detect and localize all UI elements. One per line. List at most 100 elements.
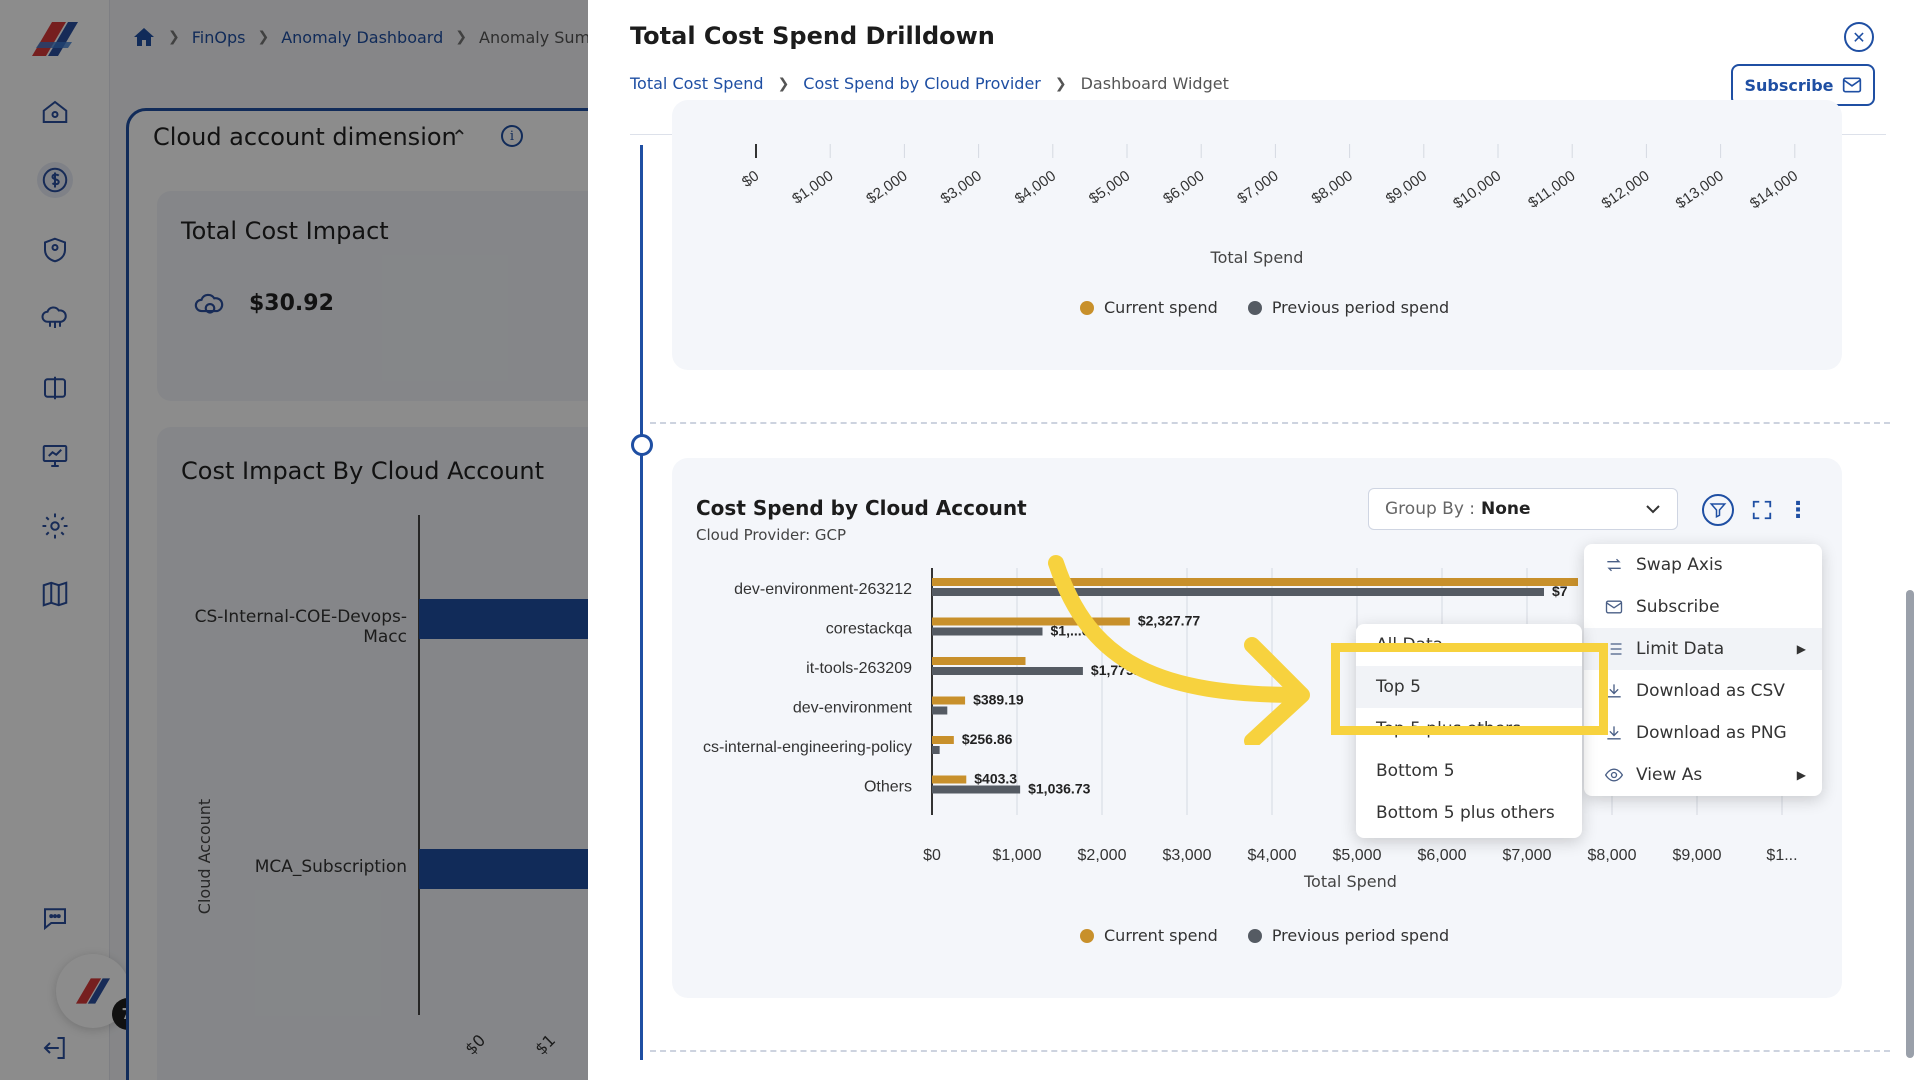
- x-tick-label: $6,000: [1160, 167, 1207, 207]
- widget-context-menu: Swap Axis Subscribe Limit Data ▶ Downloa…: [1584, 544, 1822, 796]
- x-tick-label: $4,000: [1248, 847, 1297, 864]
- x-tick-label: $1,000: [789, 167, 836, 207]
- chevron-right-icon: ❯: [1054, 75, 1067, 92]
- submenu-item-label: Bottom 5: [1376, 761, 1455, 781]
- legend-label: Current spend: [1104, 926, 1218, 945]
- mail-icon: [1842, 77, 1861, 93]
- menu-item-label: Subscribe: [1636, 597, 1720, 617]
- x-tick-label: $7,000: [1503, 847, 1552, 864]
- close-icon[interactable]: ✕: [1844, 22, 1874, 52]
- x-tick-label: $3,000: [1163, 847, 1212, 864]
- breadcrumb-dashboard-widget: Dashboard Widget: [1080, 74, 1229, 93]
- bar-current-spend: [932, 736, 954, 744]
- legend-current-spend[interactable]: Current spend: [1080, 298, 1218, 317]
- caret-right-icon: ▶: [1796, 642, 1806, 656]
- x-tick-label: $8,000: [1309, 167, 1356, 207]
- category-label: corestackqa: [826, 621, 912, 638]
- x-tick-label: $5,000: [1333, 847, 1382, 864]
- data-label: $7: [1552, 583, 1568, 599]
- section-divider: [650, 422, 1890, 424]
- legend-label: Previous period spend: [1271, 926, 1450, 945]
- breadcrumb-cost-spend-by-provider[interactable]: Cost Spend by Cloud Provider: [803, 74, 1041, 93]
- x-tick-label: $4,000: [1012, 167, 1059, 207]
- data-label: $389.19: [973, 692, 1024, 708]
- legend-swatch: [1080, 928, 1094, 943]
- legend-previous-spend[interactable]: Previous period spend: [1247, 298, 1450, 317]
- x-tick-label: $12,000: [1599, 167, 1653, 212]
- chart-legend: Current spend Previous period spend: [1080, 926, 1449, 945]
- scrollbar[interactable]: [1906, 590, 1914, 1058]
- menu-item-download-png[interactable]: Download as PNG: [1584, 712, 1822, 754]
- subscribe-icon: [1605, 600, 1623, 614]
- menu-item-label: Swap Axis: [1636, 555, 1723, 575]
- bar-previous-spend: [932, 746, 940, 754]
- drilldown-drawer: Total Cost Spend Drilldown ✕ Total Cost …: [588, 0, 1920, 1080]
- x-tick-label: $1...: [1766, 847, 1797, 864]
- x-tick-label: $9,000: [1673, 847, 1722, 864]
- submenu-item-bottom-5[interactable]: Bottom 5: [1356, 750, 1582, 792]
- chart-legend: Current spend Previous period spend: [1080, 298, 1449, 317]
- category-label: cs-internal-engineering-policy: [703, 739, 912, 756]
- top-chart-x-axis: $0 $1,000 $2,000 $3,000 $4,000 $5,000 $6,000 $7…: [739, 144, 1801, 212]
- timeline-line: [640, 145, 643, 1060]
- x-tick-label: $2,000: [1078, 847, 1127, 864]
- tutorial-highlight-box: [1331, 643, 1608, 735]
- bar-current-spend: [932, 775, 967, 784]
- x-axis-label: Total Spend: [1304, 872, 1397, 891]
- category-label: Others: [864, 779, 912, 796]
- x-tick-label: $1,000: [993, 847, 1042, 864]
- menu-item-view-as[interactable]: View As ▶: [1584, 754, 1822, 796]
- menu-item-swap-axis[interactable]: Swap Axis: [1584, 544, 1822, 586]
- caret-right-icon: ▶: [1796, 768, 1806, 782]
- bar-current-spend: [932, 696, 966, 705]
- menu-item-download-csv[interactable]: Download as CSV: [1584, 670, 1822, 712]
- data-label: $256.86: [962, 731, 1013, 747]
- bar-current-spend: [932, 657, 1026, 665]
- bar-previous-spend: [932, 785, 1021, 794]
- x-tick-label: $8,000: [1588, 847, 1637, 864]
- menu-item-label: Limit Data: [1636, 639, 1725, 659]
- bar-previous-spend: [932, 706, 948, 715]
- drawer-breadcrumb: Total Cost Spend ❯ Cost Spend by Cloud P…: [630, 74, 1229, 93]
- menu-item-label: Download as CSV: [1636, 681, 1785, 701]
- subscribe-label: Subscribe: [1744, 75, 1834, 95]
- legend-previous-spend[interactable]: Previous period spend: [1247, 926, 1450, 945]
- x-tick-label: $5,000: [1086, 167, 1133, 207]
- menu-item-label: View As: [1636, 765, 1703, 785]
- x-tick-label: $0: [923, 847, 941, 864]
- legend-swatch: [1080, 300, 1094, 315]
- eye-icon: [1604, 768, 1624, 782]
- drawer-title: Total Cost Spend Drilldown: [630, 22, 995, 50]
- submenu-item-bottom-5-plus-others[interactable]: Bottom 5 plus others: [1356, 792, 1582, 834]
- menu-item-subscribe[interactable]: Subscribe: [1584, 586, 1822, 628]
- legend-label: Previous period spend: [1271, 298, 1450, 317]
- section-divider: [650, 1050, 1890, 1052]
- legend-current-spend[interactable]: Current spend: [1080, 926, 1218, 945]
- submenu-item-label: Bottom 5 plus others: [1376, 803, 1555, 823]
- data-label: $1,036.73: [1028, 781, 1090, 797]
- x-tick-label: $14,000: [1747, 167, 1801, 212]
- category-label: it-tools-263209: [806, 660, 912, 677]
- x-tick-label: $3,000: [938, 167, 985, 207]
- x-tick-label: $6,000: [1418, 847, 1467, 864]
- x-tick-label: $7,000: [1234, 167, 1281, 207]
- timeline-node[interactable]: [631, 434, 653, 456]
- x-tick-label: $0: [739, 167, 762, 190]
- x-tick-label: $11,000: [1525, 167, 1578, 211]
- x-tick-label: $13,000: [1673, 167, 1727, 212]
- menu-item-limit-data[interactable]: Limit Data ▶: [1584, 628, 1822, 670]
- x-tick-label: $10,000: [1450, 167, 1504, 212]
- legend-swatch: [1247, 300, 1262, 315]
- x-axis-label: Total Spend: [1210, 248, 1304, 267]
- tutorial-arrow-icon: [1048, 555, 1310, 745]
- swap-axis-icon: [1607, 558, 1621, 572]
- category-label: dev-environment: [793, 700, 913, 717]
- legend-swatch: [1247, 928, 1262, 943]
- x-tick-label: $9,000: [1383, 167, 1430, 207]
- chevron-right-icon: ❯: [777, 75, 790, 92]
- breadcrumb-total-cost-spend[interactable]: Total Cost Spend: [630, 74, 764, 93]
- legend-label: Current spend: [1104, 298, 1218, 317]
- menu-item-label: Download as PNG: [1636, 723, 1787, 743]
- bar-previous-spend: [932, 627, 1043, 636]
- category-label: dev-environment-263212: [734, 581, 912, 598]
